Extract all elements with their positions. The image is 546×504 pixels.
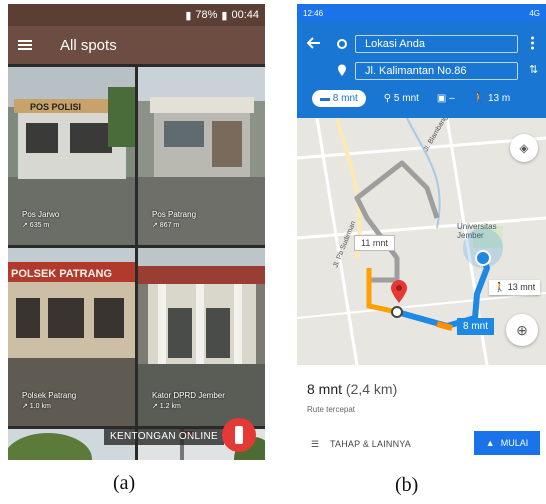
origin-field[interactable]: Lokasi Anda — [355, 35, 518, 53]
clock: 00:44 — [231, 9, 259, 21]
phone-b-screen: 12:46 4G Lokasi Anda Jl. Kalimantan No.8… — [297, 4, 546, 460]
clock: 12:46 — [303, 8, 324, 18]
spot-caption: Pos Jarwo ↗ 635 m — [22, 209, 59, 231]
walk-time-label: 🚶 13 mnt — [489, 280, 541, 295]
status-bar: 12:46 4G — [297, 4, 546, 22]
spot-distance: ↗ 1.0 km — [22, 403, 51, 410]
caption-b: (b) — [395, 474, 419, 496]
destination-pin-icon — [338, 64, 346, 76]
spot-card-kator-dprd[interactable]: Kator DPRD Jember ↗ 1.2 km — [138, 248, 265, 426]
car-icon: ▬ — [320, 93, 330, 104]
back-arrow-icon[interactable] — [307, 37, 321, 49]
map-view[interactable]: Jl. Blambangan Jl. Pb Sudirman Universit… — [297, 108, 546, 366]
mode-transit[interactable]: ▣ – — [437, 93, 455, 104]
battery-level: 78% — [195, 9, 218, 21]
my-location-button[interactable]: ⊕ — [506, 314, 538, 346]
motorcycle-icon: ⚲ — [383, 93, 392, 104]
more-options-icon[interactable] — [531, 36, 534, 50]
battery-icon: ▮ — [221, 9, 228, 22]
place-label-university: Universitas Jember — [457, 222, 497, 240]
app-bar: All spots — [8, 26, 265, 64]
mode-motorcycle[interactable]: ⚲ 5 mnt — [384, 93, 419, 104]
alarm-fab-button[interactable] — [222, 418, 256, 452]
directions-header: Lokasi Anda Jl. Kalimantan No.86 ⇅ ▬ 8 m… — [297, 22, 546, 118]
spot-distance: ↗ 867 m — [152, 222, 180, 229]
spot-name: Pos Patrang — [152, 210, 197, 219]
route-summary-panel: 8 mnt (2,4 km) Rute tercepat ☰ TAHAP & L… — [297, 365, 546, 460]
sign-pos-polisi: POS POLISI — [30, 102, 81, 112]
spot-caption: Polsek Patrang ↗ 1.0 km — [22, 390, 76, 412]
spot-name: Polsek Patrang — [22, 391, 77, 400]
route-time-label[interactable]: 8 mnt — [457, 318, 495, 335]
spot-distance: ↗ 1.2 km — [152, 403, 181, 410]
status-bar: ▮ 78% ▮ 00:44 — [8, 4, 265, 26]
signal-icon: ▮ — [185, 9, 192, 22]
spot-name: Kator DPRD Jember — [152, 391, 225, 400]
steps-button[interactable]: ☰ TAHAP & LAINNYA — [311, 439, 411, 450]
transit-icon: ▣ — [436, 93, 447, 104]
caption-a: (a) — [113, 472, 136, 494]
spot-card-pos-jarwo[interactable]: POS POLISI Pos Jarwo ↗ 635 m — [8, 67, 135, 245]
alt-route-time-label[interactable]: 11 mnt — [354, 235, 395, 251]
origin-dot-icon — [337, 39, 347, 49]
navigation-arrow-icon: ▲ — [485, 438, 495, 448]
route-note: Rute tercepat — [307, 405, 356, 414]
phone-a-screen: ▮ 78% ▮ 00:44 All spots POS POLISI Pos J… — [8, 4, 265, 460]
hamburger-menu-icon[interactable] — [18, 40, 32, 50]
swap-icon[interactable]: ⇅ — [529, 63, 538, 76]
spot-distance: ↗ 635 m — [22, 222, 50, 229]
destination-marker-icon — [391, 280, 407, 303]
walk-icon: 🚶 — [494, 282, 506, 292]
spot-card-pos-patrang[interactable]: Pos Patrang ↗ 867 m — [138, 67, 265, 245]
spot-name: Pos Jarwo — [22, 210, 60, 219]
layers-icon: ◈ — [519, 141, 529, 155]
kentongan-banner: KENTONGAN ONLINE — [104, 428, 224, 445]
page-title: All spots — [60, 36, 117, 54]
sign-polsek: POLSEK PATRANG — [11, 268, 112, 280]
route-distance: (2,4 km) — [345, 381, 398, 397]
spot-caption: Pos Patrang ↗ 867 m — [152, 209, 196, 231]
route-duration: 8 mnt (2,4 km) — [307, 381, 398, 397]
walk-icon: 🚶 — [472, 93, 486, 104]
mode-walk[interactable]: 🚶 13 m — [473, 93, 510, 104]
travel-mode-tabs: ▬ 8 mnt ⚲ 5 mnt ▣ – 🚶 13 m — [312, 90, 546, 107]
destination-field[interactable]: Jl. Kalimantan No.86 — [355, 62, 518, 80]
network-indicator: 4G — [529, 8, 540, 18]
mode-car[interactable]: ▬ 8 mnt — [312, 90, 366, 107]
start-button[interactable]: ▲ MULAI — [474, 431, 540, 455]
list-icon: ☰ — [311, 439, 320, 449]
layers-button[interactable]: ◈ — [510, 134, 538, 162]
crosshair-icon: ⊕ — [516, 321, 528, 338]
spot-card-polsek-patrang[interactable]: POLSEK PATRANG Polsek Patrang ↗ 1.0 km — [8, 248, 135, 426]
spots-grid: POS POLISI Pos Jarwo ↗ 635 m Pos Patrang… — [8, 64, 265, 460]
spot-caption: Kator DPRD Jember ↗ 1.2 km — [152, 390, 225, 412]
